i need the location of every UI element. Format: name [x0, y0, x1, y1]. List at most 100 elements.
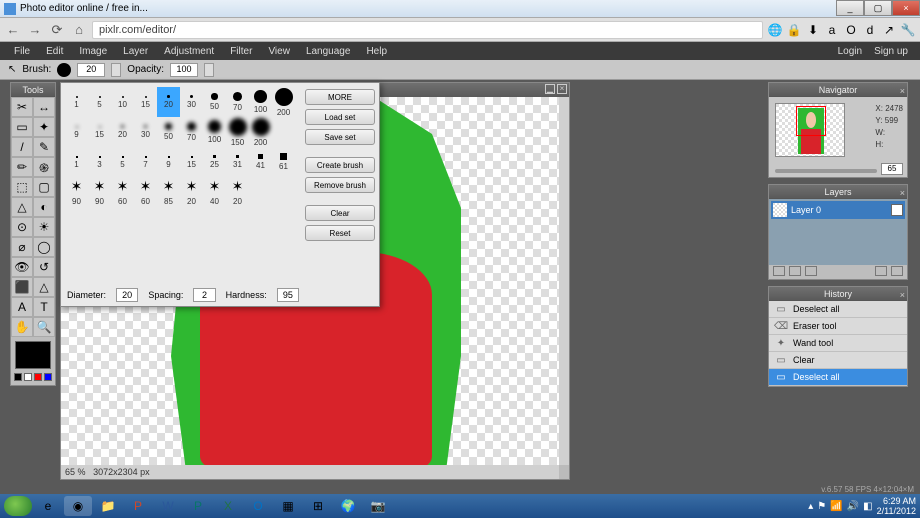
menu-help[interactable]: Help [358, 46, 395, 57]
navigator-zoom-slider[interactable] [775, 169, 877, 173]
taskbar-powerpoint-icon[interactable]: P [124, 496, 152, 516]
brush-preset-1-6[interactable]: 100 [203, 117, 226, 147]
history-close-icon[interactable]: × [900, 288, 905, 302]
brush-preset-2-9[interactable]: 61 [272, 147, 295, 177]
brush-preset-1-4[interactable]: 50 [157, 117, 180, 147]
navigator-close-icon[interactable]: × [900, 84, 905, 98]
brush-preset-0-8[interactable]: 100 [249, 87, 272, 117]
canvas-close-button[interactable]: × [557, 84, 567, 94]
brush-preset-2-8[interactable]: 41 [249, 147, 272, 177]
tool-10[interactable]: △ [11, 197, 33, 217]
brush-preset-2-5[interactable]: 15 [180, 147, 203, 177]
brush-preset-0-6[interactable]: 50 [203, 87, 226, 117]
tool-22[interactable]: ✋ [11, 317, 33, 337]
hardness-field[interactable]: 95 [277, 288, 299, 302]
back-button[interactable]: ← [4, 21, 22, 39]
brush-preset-2-7[interactable]: 31 [226, 147, 249, 177]
tool-13[interactable]: ☀ [33, 217, 55, 237]
menu-view[interactable]: View [260, 46, 298, 57]
tool-16[interactable]: 👁 [11, 257, 33, 277]
brush-preset-1-7[interactable]: 150 [226, 117, 249, 147]
tool-9[interactable]: ▢ [33, 177, 55, 197]
brush-preview-icon[interactable] [57, 63, 71, 77]
layer-visibility-checkbox[interactable] [891, 204, 903, 216]
tool-18[interactable]: ⬛ [11, 277, 33, 297]
brush-create-brush-button[interactable]: Create brush [305, 157, 375, 173]
brush-preset-0-0[interactable]: 1 [65, 87, 88, 117]
taskbar-chrome-icon[interactable]: ◉ [64, 496, 92, 516]
start-button[interactable] [4, 496, 32, 516]
tool-3[interactable]: ✦ [33, 117, 55, 137]
taskbar-app3-icon[interactable]: 🌍 [334, 496, 362, 516]
layer-row[interactable]: Layer 0 [771, 201, 905, 219]
navigator-zoom-field[interactable]: 65 [881, 163, 903, 175]
tool-20[interactable]: A [11, 297, 33, 317]
brush-preset-1-3[interactable]: 30 [134, 117, 157, 147]
brush-preset-0-7[interactable]: 70 [226, 87, 249, 117]
brush-preset-0-3[interactable]: 15 [134, 87, 157, 117]
tool-8[interactable]: ⬚ [11, 177, 33, 197]
opacity-field[interactable]: 100 [170, 63, 198, 77]
tray-up-icon[interactable]: ▴ [808, 501, 813, 512]
brush-preset-3-4[interactable]: ✶85 [157, 177, 180, 207]
tool-14[interactable]: ⌀ [11, 237, 33, 257]
brush-preset-1-0[interactable]: 9 [65, 117, 88, 147]
brush-preset-3-3[interactable]: ✶60 [134, 177, 157, 207]
layer-btn-4[interactable] [875, 266, 887, 276]
brush-preset-3-2[interactable]: ✶60 [111, 177, 134, 207]
extension-icon-5[interactable]: d [862, 22, 878, 38]
tool-7[interactable]: ֍ [33, 157, 55, 177]
diameter-field[interactable]: 20 [116, 288, 138, 302]
canvas-min-button[interactable]: ▁ [545, 84, 555, 94]
history-item-2[interactable]: ✦Wand tool [769, 335, 907, 352]
extension-icon-2[interactable]: ⬇ [805, 22, 821, 38]
navigator-thumbnail[interactable] [775, 103, 845, 157]
extension-icon-6[interactable]: ↗ [881, 22, 897, 38]
taskbar-app2-icon[interactable]: ⊞ [304, 496, 332, 516]
tool-23[interactable]: 🔍 [33, 317, 55, 337]
link-login[interactable]: Login [832, 46, 868, 57]
tool-12[interactable]: ⊙ [11, 217, 33, 237]
extension-icon-0[interactable]: 🌐 [767, 22, 783, 38]
color-swatch[interactable] [15, 341, 51, 369]
tool-2[interactable]: ▭ [11, 117, 33, 137]
brush-save-set-button[interactable]: Save set [305, 129, 375, 145]
layer-btn-5[interactable] [891, 266, 903, 276]
menu-language[interactable]: Language [298, 46, 359, 57]
preset-white[interactable] [24, 373, 32, 381]
layers-close-icon[interactable]: × [900, 186, 905, 200]
menu-image[interactable]: Image [71, 46, 115, 57]
preset-blue[interactable] [44, 373, 52, 381]
opacity-dropdown[interactable] [204, 63, 214, 77]
preset-black[interactable] [14, 373, 22, 381]
brush-preset-2-1[interactable]: 3 [88, 147, 111, 177]
tool-1[interactable]: ↔ [33, 97, 55, 117]
tool-0[interactable]: ✂ [11, 97, 33, 117]
window-min-button[interactable]: _ [836, 0, 864, 16]
tray-app-icon[interactable]: ◧ [863, 501, 872, 512]
window-close-button[interactable]: × [892, 0, 920, 16]
taskbar-word-icon[interactable]: W [154, 496, 182, 516]
brush-preset-1-1[interactable]: 15 [88, 117, 111, 147]
taskbar-ie-icon[interactable]: e [34, 496, 62, 516]
tool-4[interactable]: / [11, 137, 33, 157]
brush-preset-1-5[interactable]: 70 [180, 117, 203, 147]
preset-red[interactable] [34, 373, 42, 381]
url-input[interactable]: pixlr.com/editor/ [92, 21, 763, 39]
brush-preset-0-4[interactable]: 20 [157, 87, 180, 117]
brush-dropdown[interactable] [111, 63, 121, 77]
tool-21[interactable]: T [33, 297, 55, 317]
brush-reset-button[interactable]: Reset [305, 225, 375, 241]
brush-more-button[interactable]: MORE [305, 89, 375, 105]
extension-icon-3[interactable]: a [824, 22, 840, 38]
menu-edit[interactable]: Edit [38, 46, 71, 57]
history-item-4[interactable]: ▭Deselect all [769, 369, 907, 386]
brush-preset-2-6[interactable]: 25 [203, 147, 226, 177]
menu-filter[interactable]: Filter [222, 46, 260, 57]
brush-preset-0-9[interactable]: 200 [272, 87, 295, 117]
extension-icon-7[interactable]: 🔧 [900, 22, 916, 38]
taskbar-publisher-icon[interactable]: P [184, 496, 212, 516]
taskbar-excel-icon[interactable]: X [214, 496, 242, 516]
taskbar-app4-icon[interactable]: 📷 [364, 496, 392, 516]
canvas-scroll-v[interactable] [559, 97, 569, 465]
